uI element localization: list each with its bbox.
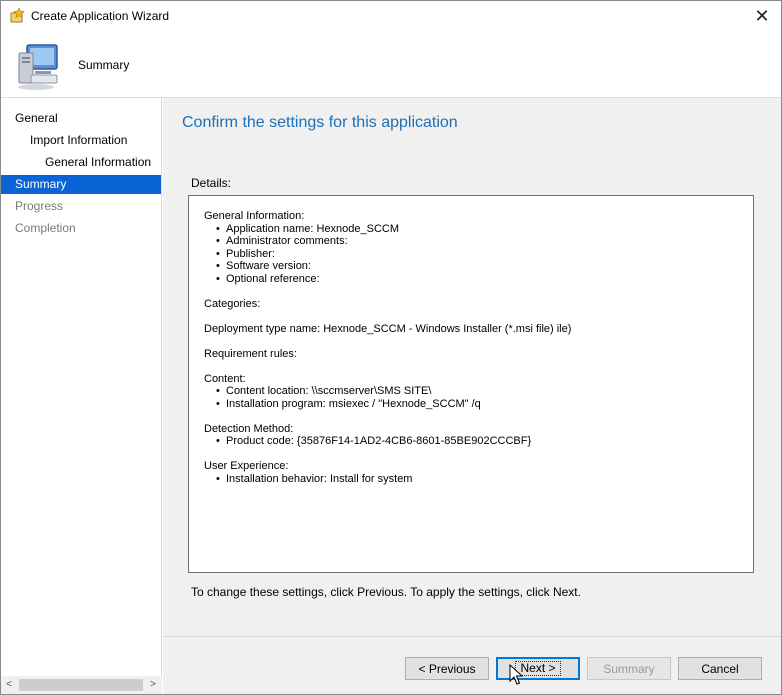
wizard-nav: General Import Information General Infor… bbox=[1, 98, 162, 694]
button-bar-divider bbox=[163, 636, 781, 637]
section-title: Categories: bbox=[204, 297, 261, 310]
details-label: Details: bbox=[191, 176, 232, 190]
nav-item-import-information[interactable]: Import Information bbox=[1, 131, 161, 150]
details-line: Publisher: bbox=[216, 248, 738, 261]
details-line: Application name: Hexnode_SCCM bbox=[216, 223, 738, 236]
nav-item-label: Progress bbox=[15, 199, 64, 213]
details-section-content: Content: Content location: \\sccmserver\… bbox=[204, 373, 738, 411]
nav-item-label: Summary bbox=[15, 177, 67, 191]
nav-item-progress: Progress bbox=[1, 197, 161, 216]
nav-item-label: General bbox=[15, 111, 58, 125]
instruction-text: To change these settings, click Previous… bbox=[191, 585, 581, 599]
section-title: General Information: bbox=[204, 210, 305, 222]
details-section-categories: Categories: bbox=[204, 298, 738, 311]
nav-item-label: General Information bbox=[45, 155, 152, 169]
details-line: Installation program: msiexec / "Hexnode… bbox=[216, 398, 738, 411]
content-heading: Confirm the settings for this applicatio… bbox=[182, 114, 458, 131]
close-button[interactable]: ✕ bbox=[747, 3, 777, 29]
nav-item-general-information[interactable]: General Information bbox=[1, 153, 161, 172]
details-line: Installation behavior: Install for syste… bbox=[216, 473, 738, 486]
wizard-app-icon bbox=[10, 8, 25, 23]
wizard-window: Create Application Wizard ✕ Summary Gene… bbox=[0, 0, 782, 695]
nav-item-label: Import Information bbox=[30, 133, 128, 147]
section-title: Content: bbox=[204, 372, 246, 385]
nav-item-label: Completion bbox=[15, 221, 76, 235]
wizard-header: Summary bbox=[1, 31, 781, 97]
details-line: Product code: {35876F14-1AD2-4CB6-8601-8… bbox=[216, 435, 738, 448]
nav-item-completion: Completion bbox=[1, 219, 161, 238]
cancel-button[interactable]: Cancel bbox=[678, 657, 762, 680]
details-line: Optional reference: bbox=[216, 273, 738, 286]
section-title: User Experience: bbox=[204, 460, 289, 472]
details-line: Content location: \\sccmserver\SMS SITE\ bbox=[216, 385, 738, 398]
details-section-general-information: General Information: Application name: H… bbox=[204, 210, 738, 285]
nav-item-general[interactable]: General bbox=[1, 109, 161, 128]
nav-item-summary[interactable]: Summary bbox=[1, 175, 161, 194]
details-section-deployment-type: Deployment type name: Hexnode_SCCM - Win… bbox=[204, 323, 738, 336]
details-line: Software version: bbox=[216, 260, 738, 273]
previous-button[interactable]: < Previous bbox=[405, 657, 489, 680]
details-section-detection-method: Detection Method: Product code: {35876F1… bbox=[204, 423, 738, 448]
scroll-left-arrow-icon[interactable]: < bbox=[3, 678, 15, 692]
page-title: Summary bbox=[78, 58, 130, 72]
nav-horizontal-scrollbar[interactable]: < > bbox=[1, 676, 162, 694]
title-bar: Create Application Wizard ✕ bbox=[1, 1, 781, 31]
wizard-content: Confirm the settings for this applicatio… bbox=[163, 98, 781, 694]
section-title: Requirement rules: bbox=[204, 347, 297, 360]
details-textbox[interactable]: General Information: Application name: H… bbox=[188, 195, 754, 573]
details-section-requirement-rules: Requirement rules: bbox=[204, 348, 738, 361]
details-line: Administrator comments: bbox=[216, 235, 738, 248]
computer-icon bbox=[18, 44, 58, 90]
scroll-right-arrow-icon[interactable]: > bbox=[147, 678, 159, 692]
window-title: Create Application Wizard bbox=[31, 9, 170, 23]
summary-button: Summary bbox=[587, 657, 671, 680]
section-title: Deployment type name: Hexnode_SCCM - Win… bbox=[204, 322, 572, 335]
close-icon: ✕ bbox=[754, 5, 770, 26]
mouse-pointer-icon bbox=[509, 664, 523, 685]
details-section-user-experience: User Experience: Installation behavior: … bbox=[204, 460, 738, 485]
section-title: Detection Method: bbox=[204, 422, 294, 435]
scrollbar-thumb[interactable] bbox=[19, 679, 143, 691]
